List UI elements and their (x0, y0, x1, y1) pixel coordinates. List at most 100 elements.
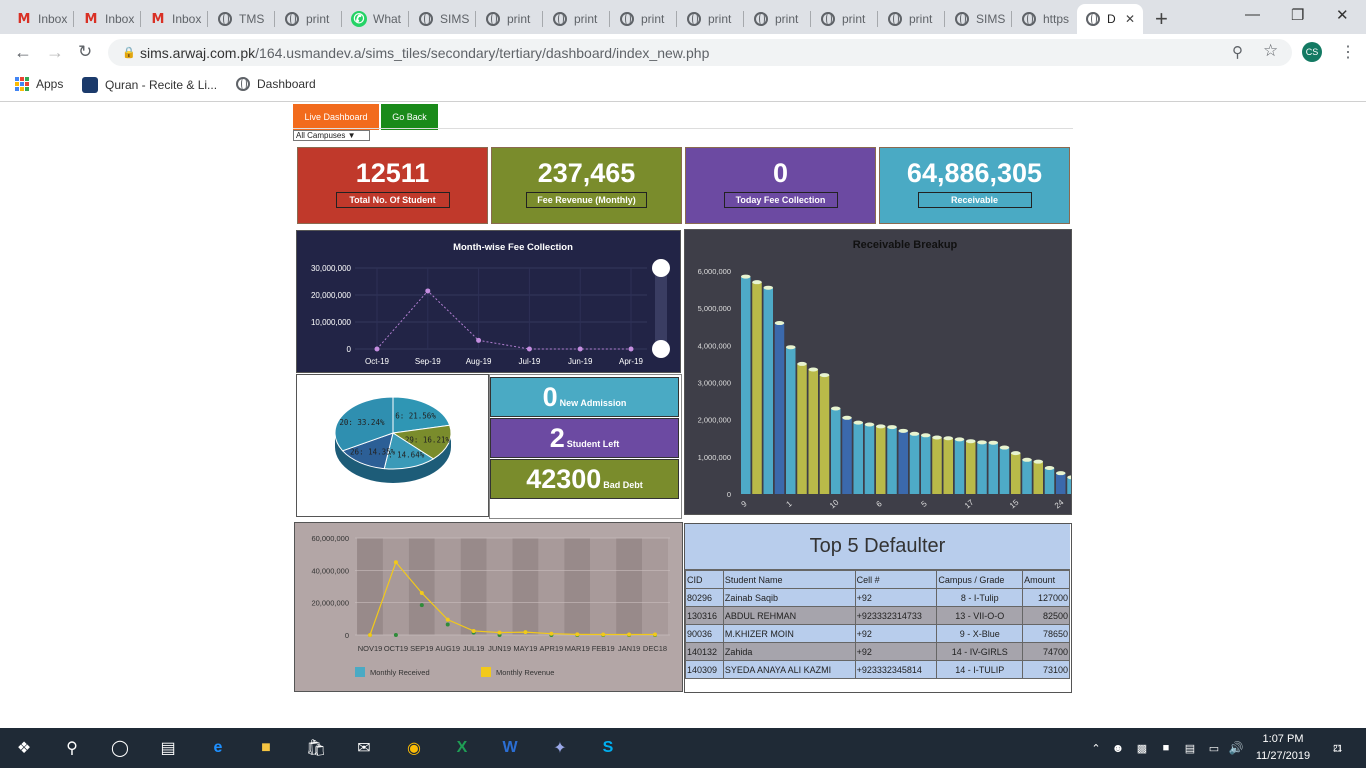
file-explorer-icon[interactable]: ■ (254, 736, 278, 760)
table-row[interactable]: 140309 SYEDA ANAYA ALI KAZMI +923332345814… (685, 660, 1070, 679)
x-tick-label: 1 (785, 499, 795, 509)
wifi-icon[interactable]: ▤ (1178, 736, 1202, 760)
browser-tab[interactable]: https (1013, 4, 1079, 34)
gmail-icon: M (151, 11, 165, 27)
mini-stat-label: Bad Debt (603, 480, 643, 490)
table-row[interactable]: 80296 Zainab Saqib +92 8 - I-Tulip 127000 (685, 588, 1070, 607)
menu-dots-icon[interactable]: ⋮ (1340, 42, 1356, 62)
live-dashboard-button[interactable]: Live Dashboard (293, 104, 379, 130)
display-tray-icon[interactable]: ■ (1154, 736, 1178, 760)
battery-icon[interactable]: ▭ (1202, 736, 1226, 760)
bar-cap (1011, 451, 1021, 456)
edge-icon[interactable]: e (206, 736, 230, 760)
browser-tab[interactable]: print (879, 4, 945, 34)
browser-tab[interactable]: print (276, 4, 342, 34)
lock-icon[interactable]: 🔒 (122, 46, 136, 59)
browser-tab[interactable]: print (745, 4, 811, 34)
taskbar-clock[interactable]: 1:07 PM 11/27/2019 (1248, 731, 1318, 765)
data-point (445, 617, 450, 622)
zoom-scrollbar[interactable] (655, 268, 667, 348)
cortana-icon[interactable]: ◯ (108, 736, 132, 760)
mail-icon[interactable]: ✉ (352, 736, 376, 760)
task-view-icon[interactable]: ▤ (156, 736, 180, 760)
mini-stat-card: 2 Student Left (490, 418, 679, 458)
new-tab-button[interactable]: + (1155, 6, 1168, 32)
browser-tab[interactable]: M Inbox (8, 4, 74, 34)
search-icon[interactable]: ⚲ (60, 736, 84, 760)
table-row[interactable]: 90036 M.KHIZER MOIN +92 9 - X-Blue 78650 (685, 624, 1070, 643)
globe-icon (619, 11, 635, 27)
word-icon[interactable]: W (498, 736, 522, 760)
browser-tab[interactable]: ✆ What (343, 4, 409, 34)
pie-chart-panel: 6: 21.56% 29: 16.21% 2: 14.64% 26: 14.35% 20… (296, 374, 489, 517)
column-band (408, 538, 435, 635)
x-tick-label: Aug-19 (466, 357, 492, 366)
network-tray-icon[interactable]: ▩ (1130, 736, 1154, 760)
column-band (357, 538, 383, 635)
tab-close-icon[interactable]: ✕ (1125, 12, 1135, 26)
windows-start-icon[interactable]: ❖ (12, 736, 36, 760)
tab-title: https (1043, 12, 1070, 26)
data-point (523, 630, 528, 635)
bar (797, 363, 807, 494)
zoom-handle-top[interactable] (652, 259, 670, 277)
tab-title: print (306, 12, 330, 26)
bar-cap (1056, 471, 1066, 476)
skype-icon[interactable]: S (596, 736, 620, 760)
pie-label: 29: 16.21% (405, 435, 451, 444)
tab-title: print (708, 12, 732, 26)
browser-tab[interactable]: M Inbox (142, 4, 208, 34)
url-text[interactable]: sims.arwaj.com.pk/164.usmandev.a/sims_ti… (140, 45, 709, 61)
bookmark-apps[interactable]: Apps (15, 77, 63, 91)
globe-icon (887, 11, 903, 27)
profile-avatar[interactable]: CS (1302, 42, 1322, 62)
bookmark-dashboard[interactable]: Dashboard (236, 77, 316, 91)
table-row[interactable]: 130316 ABDUL REHMAN +923332314733 13 - VII-… (685, 606, 1070, 625)
mini-stat-value: 42300 (526, 463, 602, 494)
minimize-icon[interactable]: — (1245, 6, 1260, 23)
zoom-icon[interactable]: ⚲ (1232, 43, 1243, 61)
store-icon[interactable]: 🛍 (304, 736, 328, 760)
browser-tab[interactable]: SIMS (410, 4, 476, 34)
forward-arrow-icon[interactable]: → (46, 42, 64, 63)
volume-icon[interactable]: 🔊 (1224, 736, 1248, 760)
tray-chevron-icon[interactable]: ⌃ (1084, 736, 1108, 760)
column-header: Campus / Grade (936, 570, 1024, 589)
browser-tab[interactable]: print (477, 4, 543, 34)
browser-tab[interactable]: print (812, 4, 878, 34)
reload-icon[interactable]: ↻ (78, 42, 92, 62)
browser-tab[interactable]: M Inbox (75, 4, 141, 34)
chart-title: Receivable Breakup (853, 239, 958, 251)
data-point (575, 632, 580, 637)
table-row[interactable]: 140132 Zahida +92 14 - IV-GIRLS 74700 (685, 642, 1070, 661)
browser-tab[interactable]: SIMS (946, 4, 1012, 34)
dolphin-app-icon[interactable]: ✦ (548, 736, 572, 760)
browser-tab[interactable]: print (678, 4, 744, 34)
mini-stat-card: 0 New Admission (490, 377, 679, 417)
restore-icon[interactable]: ❐ (1291, 6, 1304, 24)
monthly-chart-panel: 60,000,000 40,000,000 20,000,000 0 NOV19 OCT1… (294, 522, 683, 692)
browser-tab[interactable]: TMS (209, 4, 275, 34)
browser-tab[interactable]: print (544, 4, 610, 34)
chrome-icon[interactable]: ◉ (402, 736, 426, 760)
browser-tab[interactable]: print (611, 4, 677, 34)
y-tick-label: 20,000,000 (311, 291, 352, 300)
people-icon[interactable]: ☻ (1106, 736, 1130, 760)
mini-stat-value: 0 (542, 381, 558, 412)
bookmark-star-icon[interactable]: ☆ (1263, 41, 1278, 61)
campus-select[interactable]: All Campuses ▼ (293, 130, 370, 141)
notification-icon[interactable]: □ 21 (1326, 736, 1350, 760)
back-arrow-icon[interactable]: ← (14, 42, 32, 63)
stat-label: Today Fee Collection (723, 192, 838, 208)
close-window-icon[interactable]: ✕ (1336, 6, 1349, 24)
tab-title: print (909, 12, 933, 26)
apps-grid-icon (15, 77, 29, 91)
browser-tab[interactable]: D ✕ (1077, 4, 1143, 34)
go-back-button[interactable]: Go Back (381, 104, 438, 130)
bookmark-quran[interactable]: Quran - Recite & Li... (82, 77, 217, 93)
data-point (628, 346, 634, 352)
zoom-handle-bottom[interactable] (652, 340, 670, 358)
tab-title: What (373, 12, 402, 26)
excel-icon[interactable]: X (450, 736, 474, 760)
bar-cap (977, 440, 987, 445)
